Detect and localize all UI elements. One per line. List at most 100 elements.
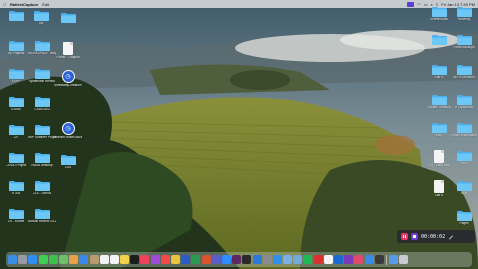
desktop-item-label: CSUS-803 [34,108,50,111]
chrome-icon[interactable] [171,255,180,264]
stop-recording-button[interactable] [411,233,418,240]
left-desktop-item[interactable]: Git [28,10,54,26]
left-desktop-item[interactable]: ◷ timeline-model.docx [54,122,82,140]
facetime-icon[interactable] [48,255,58,264]
document-icon [434,150,444,163]
folder-icon [8,96,24,107]
left-desktop-item[interactable] [55,12,81,24]
left-desktop-item[interactable]: COVID Project [3,152,29,168]
left-desktop-item[interactable]: R 303 [3,180,29,196]
teams-icon[interactable] [211,255,221,264]
left-desktop-item[interactable]: iCloud [3,96,29,112]
left-desktop-item[interactable]: Systematic Review [29,68,55,84]
left-desktop-item[interactable] [3,10,29,22]
left-desktop-item[interactable]: CSS [55,154,81,170]
outlook-icon[interactable] [334,255,343,264]
desktop-item-label: NASA Desktop [31,164,53,167]
downloads-icon[interactable] [389,255,399,264]
folder-icon [34,180,50,191]
onenote-icon[interactable] [344,255,354,264]
spotify-icon[interactable] [303,255,313,264]
folder-icon [60,12,76,23]
right-desktop-item[interactable]: Lab 5 [426,180,452,198]
safari-icon[interactable] [28,255,38,264]
wifi-icon[interactable]: ◠ [417,2,421,7]
contacts-icon[interactable] [89,255,99,264]
apple-menu-icon[interactable]:  [3,2,6,7]
word-icon[interactable] [181,255,191,264]
right-desktop-item[interactable] [426,34,452,46]
terminal-icon[interactable] [242,255,252,264]
right-desktop-item[interactable]: CV - Lab4.doc [426,150,452,168]
left-desktop-item[interactable]: CLS - School [29,180,55,196]
rstudio-icon[interactable] [293,255,303,264]
powerpoint-icon[interactable] [201,255,211,264]
right-desktop-item[interactable]: Policy Workspace [451,122,477,138]
news-icon[interactable] [160,255,170,264]
folder-icon [456,180,472,191]
right-desktop-item[interactable]: R Diplomacy [451,94,477,110]
desktop-item-label: Poster - Original [56,56,80,59]
zoom-icon[interactable] [221,255,231,264]
folder-icon [34,96,50,107]
right-desktop-item[interactable]: Pages [451,210,477,226]
left-desktop-item[interactable]: ESPP [3,68,29,84]
desktop-item-label: CLS - School [32,192,52,195]
activity-icon[interactable] [374,255,384,264]
app-store-icon[interactable] [272,255,282,264]
desktop-item-label: R 303 [11,192,21,195]
launchpad-icon[interactable] [18,255,28,264]
xcode-icon[interactable] [364,255,374,264]
capture-status-icon[interactable] [407,1,415,7]
messages-icon[interactable] [38,255,48,264]
slack-icon[interactable] [232,255,242,264]
right-desktop-item[interactable]: Fonts Backups [451,34,477,50]
reminders-icon[interactable] [109,255,119,264]
finder-icon[interactable] [8,255,17,264]
calendar-icon[interactable] [99,255,109,264]
desktop-item-label: WSTN Infusion [453,76,475,79]
acrobat-icon[interactable] [313,255,323,264]
left-desktop-item[interactable]: NASA Desktop [29,152,55,168]
left-desktop-item[interactable]: WORKSPACE Templates [28,40,56,56]
pen-icon[interactable] [448,234,454,240]
notion-icon[interactable] [323,255,333,264]
trash-icon[interactable] [399,255,409,264]
left-desktop-item[interactable]: Poster - Original [55,42,81,60]
pause-recording-button[interactable] [401,233,408,240]
photos-icon[interactable] [69,255,79,264]
left-desktop-item[interactable]: Annual Review 23-24 [28,208,56,224]
edit-menu[interactable]: Edit [42,2,49,7]
right-desktop-item[interactable]: SSS [451,150,477,166]
left-desktop-item[interactable]: WIP Summer Project [28,124,56,140]
right-desktop-item[interactable]: Screenshots [426,6,452,22]
left-desktop-item[interactable]: Dy Projects [3,40,29,56]
notes-icon[interactable] [120,255,130,264]
document-icon [434,180,444,193]
left-desktop-item[interactable]: CSUS-803 [29,96,55,112]
right-desktop-item[interactable]: BBM [451,180,477,196]
capture-icon[interactable] [354,255,364,264]
left-desktop-item[interactable]: CV [3,124,29,140]
folder-icon [34,208,50,219]
left-desktop-item[interactable]: Ch - Yousef [3,208,29,224]
vscode-icon[interactable] [252,255,262,264]
right-desktop-item[interactable]: System Desktop [426,94,452,110]
desktop-item-label: CSS [64,166,72,169]
left-desktop-item[interactable]: ◷ timestamp-creation [54,70,82,88]
folder-icon [8,152,24,163]
tv-icon[interactable] [130,255,140,264]
right-desktop-item[interactable]: WSTN Infusion [451,64,477,80]
excel-icon[interactable] [191,255,201,264]
right-desktop-item[interactable]: Lab 4 [426,64,452,80]
system-settings-icon[interactable] [262,255,272,264]
right-desktop-item[interactable]: EBS [426,122,452,138]
podcasts-icon[interactable] [150,255,160,264]
right-desktop-item[interactable]: Recently [451,6,477,22]
preview-icon[interactable] [283,255,293,264]
music-icon[interactable] [140,255,150,264]
desktop-item-label: CV [13,136,19,139]
mail-icon[interactable] [79,255,89,264]
maps-icon[interactable] [58,255,68,264]
app-menu-name[interactable]: RallestCapture [10,2,38,7]
